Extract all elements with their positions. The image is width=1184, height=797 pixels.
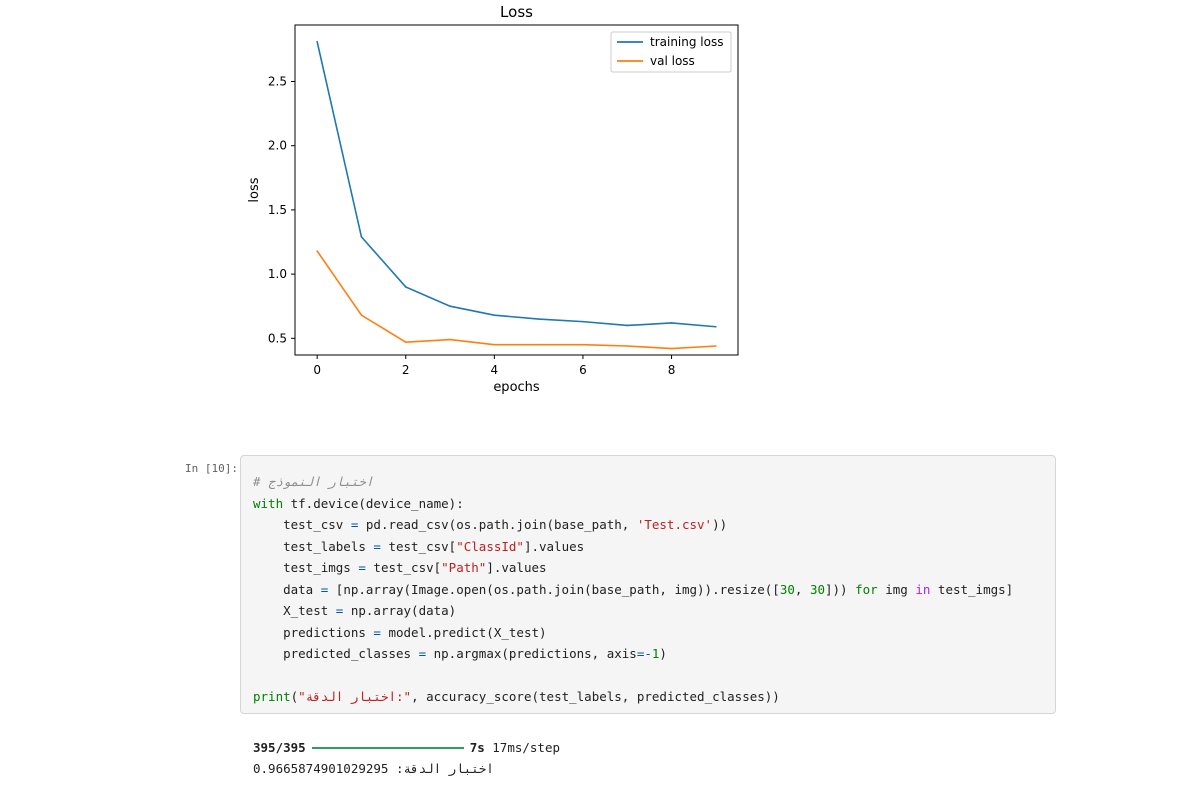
- data-point: [670, 322, 673, 324]
- x-tick-label: 0: [313, 363, 321, 377]
- data-point: [360, 236, 363, 238]
- data-point: [493, 343, 496, 346]
- y-tick-label: 1.0: [268, 267, 287, 281]
- data-point: [449, 338, 451, 341]
- data-point: [626, 324, 629, 327]
- cell-output: 395/395 7s 17ms/step 0.9665874901029295 …: [253, 737, 560, 779]
- x-tick-label: 6: [579, 363, 587, 377]
- data-point: [582, 320, 584, 323]
- data-point: [493, 314, 496, 316]
- data-point: [670, 347, 673, 350]
- x-tick-label: 2: [402, 363, 410, 377]
- progress-bar: [311, 746, 464, 749]
- chart-title: Loss: [500, 3, 533, 21]
- data-point: [582, 343, 584, 346]
- series-line-1: [316, 250, 716, 350]
- x-tick-label: 4: [491, 363, 499, 377]
- data-point: [360, 314, 363, 316]
- code-comment: # اختبار النموذج: [253, 474, 374, 489]
- progress-line: 395/395 7s 17ms/step: [253, 737, 560, 758]
- x-tick-label: 8: [668, 363, 676, 377]
- result-label: اختبار الدقة:: [396, 761, 494, 776]
- series-line-0: [316, 41, 716, 328]
- code-editor[interactable]: # اختبار النموذج with tf.device(device_n…: [253, 471, 1013, 708]
- data-point: [537, 318, 540, 320]
- plot-frame: [294, 24, 739, 356]
- code-cell[interactable]: # اختبار النموذج with tf.device(device_n…: [240, 455, 1056, 714]
- cell-prompt: In [10]:: [185, 462, 238, 475]
- data-point: [316, 250, 318, 252]
- x-axis-label: epochs: [493, 380, 540, 395]
- data-point: [626, 345, 629, 347]
- y-tick-label: 2.0: [268, 139, 287, 153]
- loss-chart: Loss 0 2 4 6 8 0.5 1.0 1.5 2.0 2.5 epochs loss traini…: [247, 3, 739, 395]
- y-tick-label: 0.5: [268, 331, 287, 345]
- y-axis-label: loss: [247, 177, 262, 202]
- data-point: [537, 343, 540, 346]
- legend-label: val loss: [650, 54, 695, 68]
- data-point: [715, 325, 717, 328]
- progress-count: 395/395: [253, 740, 306, 755]
- y-tick-label: 2.5: [268, 74, 287, 88]
- y-tick-label: 1.5: [268, 203, 287, 217]
- data-point: [316, 40, 318, 43]
- progress-step: 17ms/step: [492, 740, 561, 755]
- progress-time: 7s: [469, 740, 485, 755]
- result-value: 0.9665874901029295: [253, 761, 389, 776]
- result-line: 0.9665874901029295 اختبار الدقة:: [253, 758, 560, 779]
- legend-label: training loss: [650, 35, 723, 49]
- data-point: [715, 345, 717, 347]
- data-point: [404, 341, 407, 343]
- data-point: [449, 305, 451, 308]
- data-point: [404, 286, 407, 288]
